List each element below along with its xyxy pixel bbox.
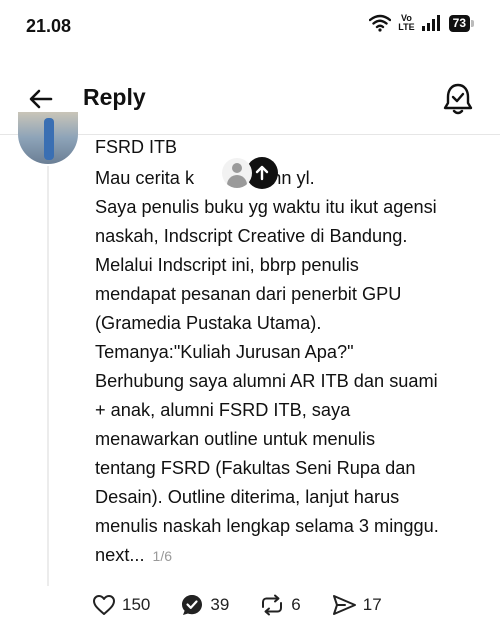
page-indicator: 1/6 bbox=[152, 548, 173, 564]
post-line: naskah, Indscript Creative di Bandung. bbox=[95, 226, 408, 246]
post-line: Mau cerita k 0thn yl. bbox=[95, 164, 490, 193]
post-line: menawarkan outline untuk menulis bbox=[95, 429, 376, 449]
repost-count: 6 bbox=[291, 595, 301, 614]
post-line: Saya penulis buku yg waktu itu ikut agen… bbox=[95, 197, 437, 217]
avatar-figure bbox=[44, 118, 54, 160]
bell-check-icon bbox=[443, 83, 473, 115]
volte-indicator: Vo LTE bbox=[398, 14, 414, 32]
status-time: 21.08 bbox=[26, 16, 72, 36]
status-bar: 21.08 Vo LTE 73 bbox=[0, 0, 500, 56]
comment-check-icon bbox=[182, 595, 203, 615]
like-count: 150 bbox=[122, 595, 151, 614]
notification-button[interactable] bbox=[442, 82, 474, 116]
post-line: (Gramedia Pustaka Utama). bbox=[95, 313, 322, 333]
volte-bottom-label: LTE bbox=[398, 22, 415, 32]
post-line-text: next... bbox=[95, 545, 145, 565]
repost-button[interactable]: 6 bbox=[259, 594, 301, 616]
like-button[interactable]: 150 bbox=[92, 594, 150, 616]
post-line: next... 1/6 bbox=[95, 541, 490, 571]
post-body: Mau cerita k 0thn yl. Saya penulis buku y… bbox=[95, 164, 490, 571]
send-icon bbox=[332, 595, 356, 615]
reply-count: 39 bbox=[210, 595, 230, 614]
post-line-text: Mau cerita k bbox=[95, 168, 195, 188]
author-name[interactable]: FSRD ITB bbox=[95, 137, 177, 158]
avatar[interactable] bbox=[18, 112, 78, 164]
reply-button[interactable]: 39 bbox=[180, 593, 229, 617]
post-line: Melalui Indscript ini, bbrp penulis bbox=[95, 255, 359, 275]
new-posts-overlay[interactable] bbox=[222, 157, 282, 189]
battery-indicator: 73 bbox=[448, 14, 475, 32]
post-line: + anak, alumni FSRD ITB, saya bbox=[95, 400, 351, 420]
signal-icon bbox=[421, 15, 440, 31]
wifi-icon bbox=[369, 14, 392, 32]
user-silhouette-icon bbox=[222, 158, 252, 188]
post-line: Berhubung saya alumni AR ITB dan suami bbox=[95, 371, 438, 391]
page-title: Reply bbox=[83, 84, 146, 110]
repost-icon bbox=[262, 594, 283, 616]
heart-icon bbox=[93, 595, 115, 615]
post-line: Desain). Outline diterima, lanjut harus bbox=[95, 487, 400, 507]
post-line: menulis naskah lengkap selama 3 minggu. bbox=[95, 516, 439, 536]
post-line: tentang FSRD (Fakultas Seni Rupa dan bbox=[95, 458, 416, 478]
post-line: Temanya:"Kuliah Jurusan Apa?" bbox=[95, 342, 354, 362]
arrow-left-icon bbox=[29, 89, 53, 109]
share-count: 17 bbox=[362, 595, 382, 614]
status-icons: Vo LTE 73 bbox=[369, 14, 475, 32]
thread-line bbox=[47, 166, 49, 586]
share-button[interactable]: 17 bbox=[331, 594, 382, 616]
post-line: mendapat pesanan dari penerbit GPU bbox=[95, 284, 402, 304]
arrow-up-icon bbox=[255, 165, 269, 181]
post-actions: 150 39 6 17 bbox=[92, 592, 412, 618]
back-button[interactable] bbox=[26, 84, 56, 114]
